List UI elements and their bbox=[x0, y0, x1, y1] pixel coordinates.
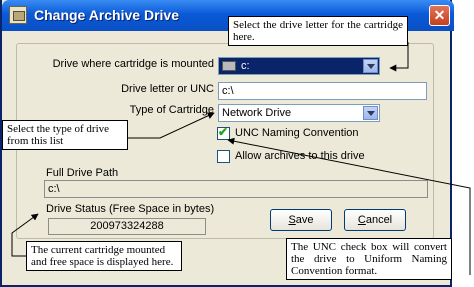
unc-checkbox-label[interactable]: UNC Naming Convention bbox=[235, 127, 359, 139]
cancel-hotkey: C bbox=[357, 214, 366, 226]
full-drive-path-label: Full Drive Path bbox=[46, 167, 119, 179]
callout-unc: The UNC check box will convert the drive… bbox=[286, 238, 452, 280]
drive-letter-label: Drive letter or UNC bbox=[121, 83, 214, 95]
drive-status-value: 200973324288 bbox=[90, 220, 164, 232]
chevron-down-icon[interactable] bbox=[363, 59, 378, 73]
full-drive-path-value: c:\ bbox=[48, 183, 60, 195]
allow-archives-label[interactable]: Allow archives to this drive bbox=[235, 150, 365, 162]
close-button[interactable]: ✕ bbox=[429, 5, 450, 26]
drive-letter-input[interactable]: c:\ bbox=[218, 82, 427, 100]
chevron-down-icon[interactable] bbox=[363, 106, 378, 120]
allow-archives-checkbox[interactable] bbox=[217, 150, 230, 163]
cancel-label: ancel bbox=[365, 214, 393, 226]
check-icon: ✔ bbox=[218, 125, 229, 139]
drive-status-label: Drive Status (Free Space in bytes) bbox=[46, 203, 215, 215]
callout-drive: Select the drive letter for the cartridg… bbox=[228, 16, 408, 46]
drive-select-value: c: bbox=[241, 60, 250, 72]
save-label: ave bbox=[295, 214, 314, 226]
cartridge-type-label: Type of Cartridge bbox=[129, 104, 214, 116]
drive-icon bbox=[222, 61, 236, 71]
callout-cartridge-type: Select the type of drive from this list bbox=[2, 120, 128, 150]
callout-drive-status: The current cartridge mounted and free s… bbox=[26, 241, 182, 271]
drive-letter-value: c:\ bbox=[222, 85, 234, 97]
save-button[interactable]: Save bbox=[270, 209, 332, 231]
window-title: Change Archive Drive bbox=[34, 7, 179, 23]
drive-label: Drive where cartridge is mounted bbox=[52, 58, 214, 70]
unc-checkbox[interactable]: ✔ bbox=[217, 125, 230, 140]
cancel-button[interactable]: Cancel bbox=[344, 209, 406, 231]
save-hotkey: S bbox=[288, 214, 296, 226]
drive-status-field: 200973324288 bbox=[48, 218, 206, 235]
cartridge-type-select[interactable]: Network Drive bbox=[218, 104, 380, 122]
full-drive-path-field: c:\ bbox=[44, 180, 428, 198]
cartridge-type-value: Network Drive bbox=[222, 107, 292, 119]
archive-drive-icon bbox=[9, 6, 27, 24]
drive-select[interactable]: c: bbox=[218, 57, 380, 75]
